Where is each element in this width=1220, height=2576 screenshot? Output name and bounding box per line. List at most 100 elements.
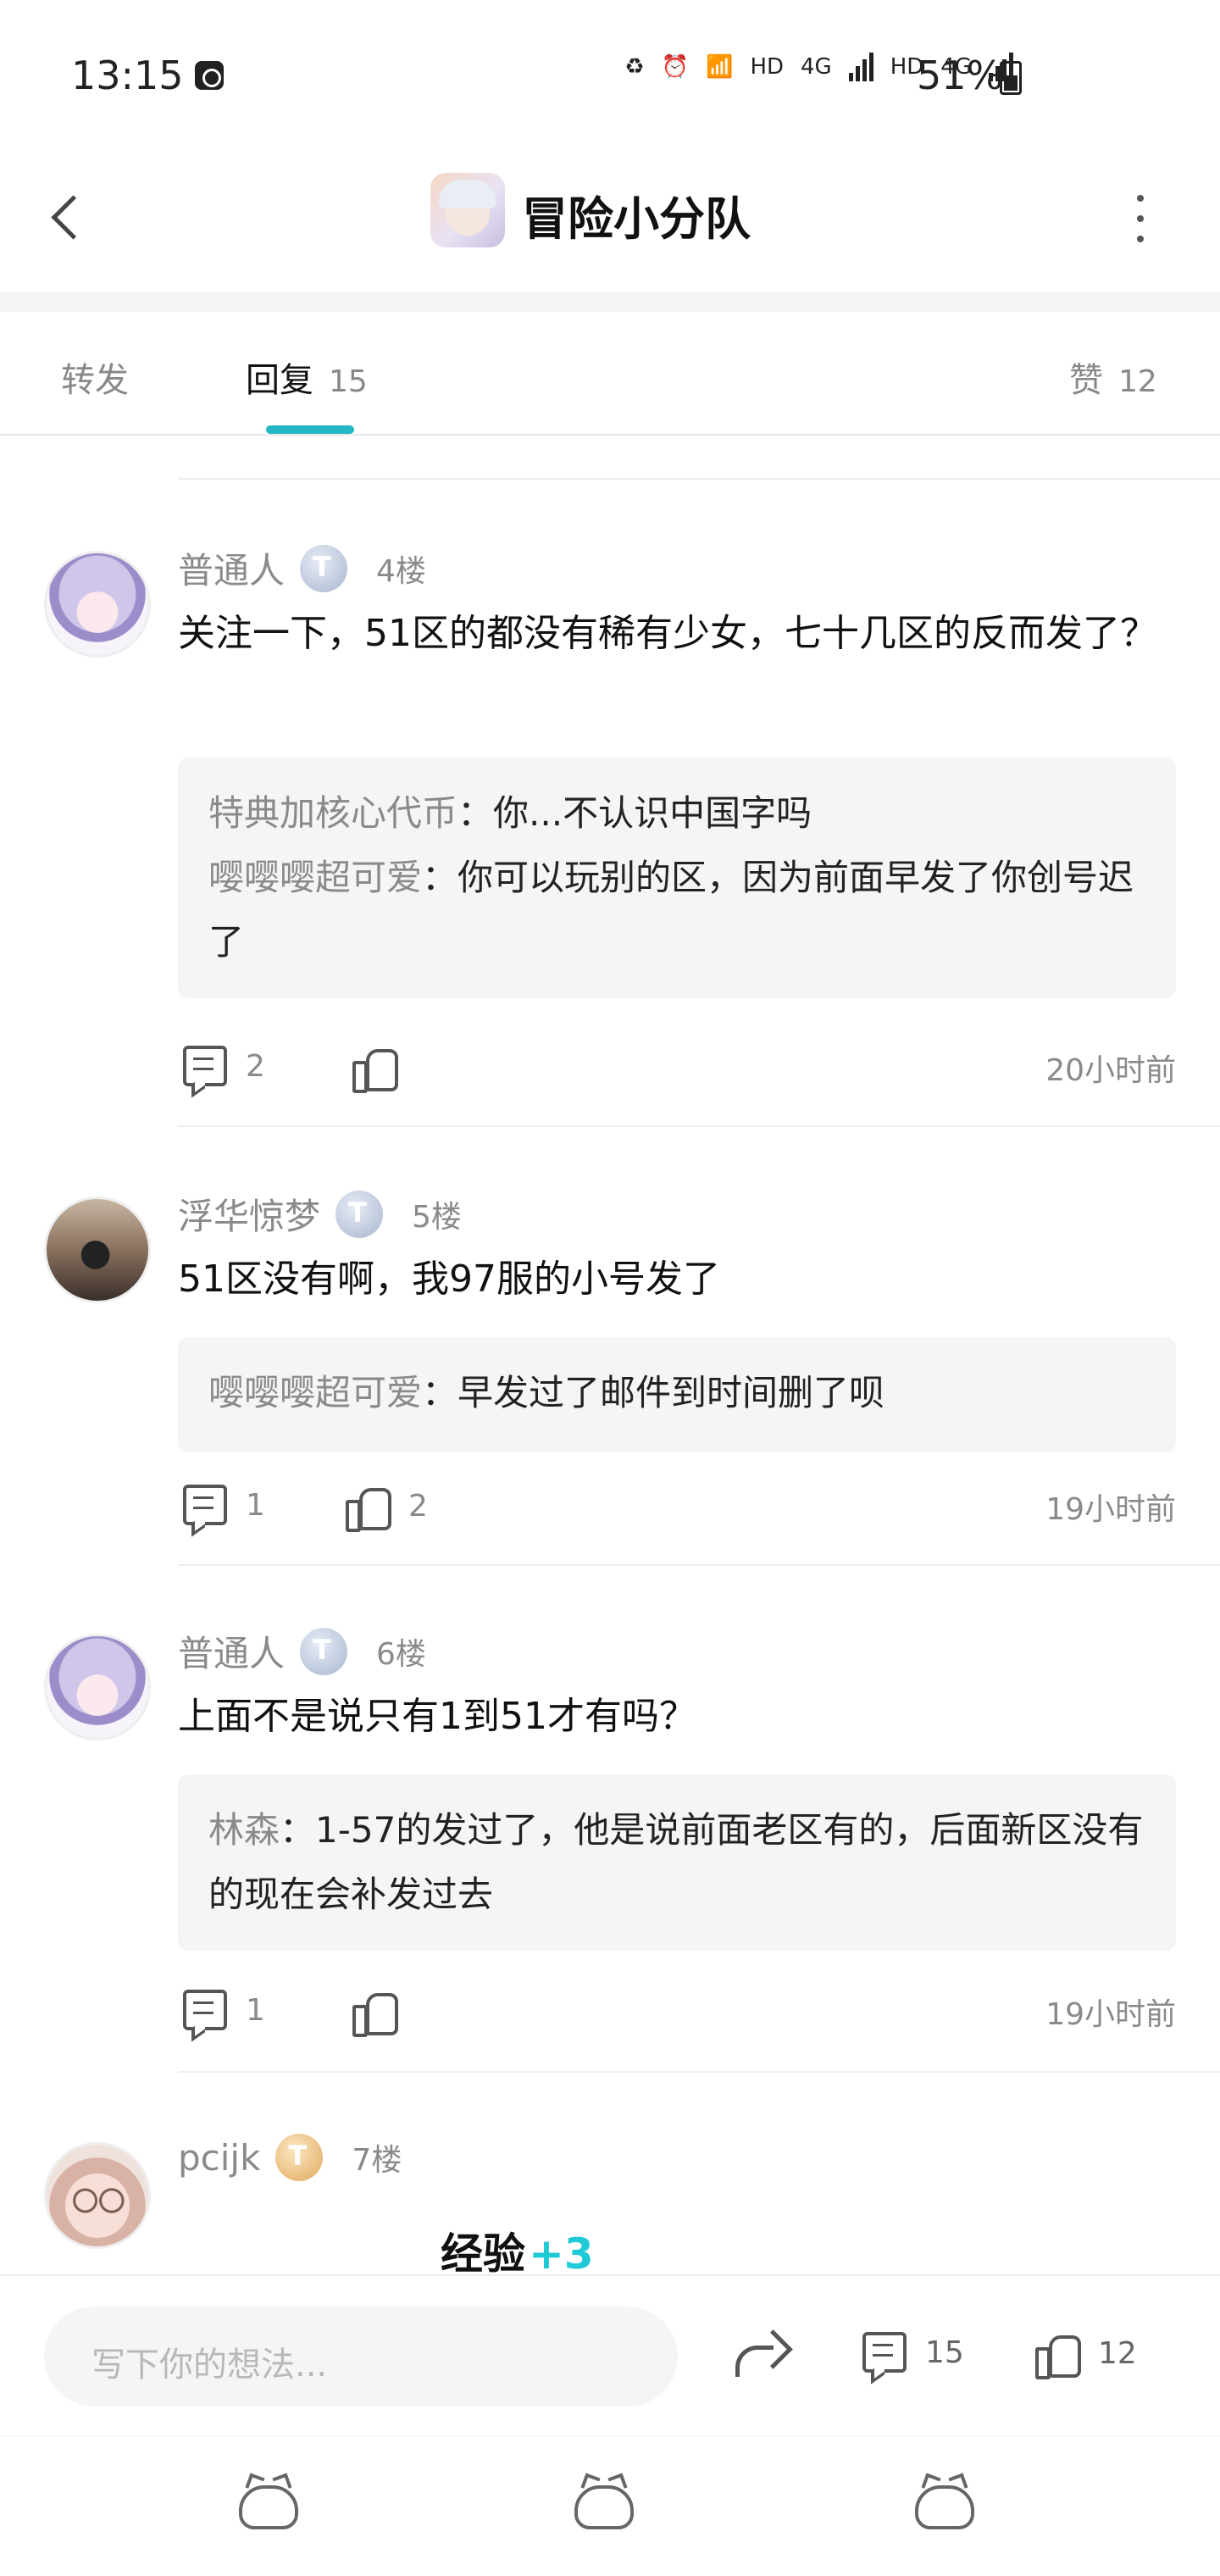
exp-value: +3 xyxy=(529,2229,594,2279)
comment-icon xyxy=(183,1046,227,1086)
tab-likes[interactable]: 赞 12 xyxy=(1069,353,1157,402)
reply-item: 嘤嘤嘤超可爱：早发过了邮件到时间删了呗 xyxy=(208,1361,1145,1425)
reply-sep: ： xyxy=(458,792,494,834)
comment-text: 关注一下，51区的都没有稀有少女，七十几区的反而发了？ xyxy=(178,612,1157,655)
avatar[interactable] xyxy=(44,1634,151,1740)
comment-button[interactable]: 1 xyxy=(183,1990,265,2030)
reply-author[interactable]: 嘤嘤嘤超可爱 xyxy=(208,857,422,898)
comment-author[interactable]: 浮华惊梦 xyxy=(178,1188,320,1240)
comment-time: 19小时前 xyxy=(1045,1997,1176,2032)
floor-number: 6楼 xyxy=(376,1636,426,1672)
reply-item: 特典加核心代币：你...不认识中国字吗 xyxy=(208,781,1145,846)
comments-count: 15 xyxy=(925,2334,964,2370)
alarm-icon: ⏰ xyxy=(661,54,690,80)
chevron-left-icon[interactable] xyxy=(42,186,93,246)
comment-button[interactable]: 1 xyxy=(183,1485,265,1525)
comment-author[interactable]: pcijk xyxy=(178,2137,260,2179)
exp-label: 经验 xyxy=(441,2229,525,2279)
more-vertical-icon[interactable] xyxy=(1118,185,1161,253)
reply-sep: ： xyxy=(422,1372,458,1413)
reply-text: 你...不认识中国字吗 xyxy=(493,792,812,834)
nav-cat-sitting-icon[interactable] xyxy=(905,2473,983,2541)
battery-icon xyxy=(1000,61,1022,95)
comment-actions: 1 2 19小时前 xyxy=(178,1485,1176,1544)
floor-number: 5楼 xyxy=(412,1199,462,1235)
reply-box[interactable]: 特典加核心代币：你...不认识中国字吗 嘤嘤嘤超可爱：你可以玩别的区，因为前面早… xyxy=(178,758,1176,998)
divider xyxy=(178,424,1220,480)
exp-gain-badge: 经验+3 xyxy=(441,2220,594,2281)
tab-replies-label: 回复 xyxy=(246,361,313,400)
tab-replies[interactable]: 回复 15 xyxy=(246,353,368,402)
comment-header: 浮华惊梦 5楼 xyxy=(178,1188,462,1240)
comment-time: 20小时前 xyxy=(1045,1053,1176,1088)
status-bar: 13:15 ♻ ⏰ 📶 HD 4G HD 4G 51% xyxy=(0,0,1220,144)
comment-header: 普通人 6楼 xyxy=(178,1625,426,1677)
divider xyxy=(178,1564,1220,1566)
comment-count: 1 xyxy=(246,1487,265,1523)
reply-box[interactable]: 林森：1-57的发过了，他是说前面老区有的，后面新区没有的现在会补发过去 xyxy=(178,1774,1176,1951)
reply-box[interactable]: 嘤嘤嘤超可爱：早发过了邮件到时间删了呗 xyxy=(178,1337,1176,1452)
tab-likes-count: 12 xyxy=(1118,364,1157,399)
comment-count: 2 xyxy=(246,1048,265,1084)
comment-text: 51区没有啊，我97服的小号发了 xyxy=(178,1257,720,1301)
group-avatar[interactable] xyxy=(430,173,505,247)
alarm-clock-icon xyxy=(195,61,224,90)
divider xyxy=(178,2071,1220,2073)
reply-item: 嘤嘤嘤超可爱：你可以玩别的区，因为前面早发了你创号迟了 xyxy=(208,846,1145,974)
level-badge-icon xyxy=(336,1190,384,1238)
comment-author[interactable]: 普通人 xyxy=(178,1625,285,1677)
battery-percent: 51% xyxy=(917,53,1004,98)
nav-cat-sleeping-icon[interactable] xyxy=(229,2473,307,2541)
reply-author[interactable]: 嘤嘤嘤超可爱 xyxy=(208,1372,422,1413)
signal-icon xyxy=(848,53,873,81)
level-badge-icon xyxy=(300,1627,348,1675)
comments-button[interactable]: 15 xyxy=(862,2332,964,2373)
level-badge-icon xyxy=(275,2134,324,2181)
comment-time: 19小时前 xyxy=(1045,1492,1176,1527)
app-header: 冒险小分队 xyxy=(0,144,1220,293)
share-icon[interactable] xyxy=(730,2329,790,2379)
comment-actions: 2 20小时前 xyxy=(178,1046,1176,1105)
reply-author[interactable]: 林森 xyxy=(208,1809,280,1851)
like-button[interactable] xyxy=(352,1046,415,1093)
cat-sleeping-icon xyxy=(239,2485,298,2529)
tab-likes-label: 赞 xyxy=(1069,361,1103,400)
floor-number: 7楼 xyxy=(352,2143,402,2178)
comment-icon xyxy=(862,2332,907,2373)
comment-button[interactable]: 2 xyxy=(183,1046,265,1086)
comment-actions: 1 19小时前 xyxy=(178,1990,1176,2049)
comment-author[interactable]: 普通人 xyxy=(178,542,285,594)
tab-forward[interactable]: 转发 xyxy=(61,353,129,402)
page-title: 冒险小分队 xyxy=(522,192,751,246)
likes-count: 12 xyxy=(1098,2335,1137,2371)
avatar[interactable] xyxy=(44,2142,151,2249)
like-button[interactable]: 12 xyxy=(1035,2332,1137,2379)
thumbs-up-icon xyxy=(352,1990,398,2037)
thumbs-up-icon xyxy=(346,1485,391,1532)
reply-author[interactable]: 特典加核心代币 xyxy=(208,792,458,834)
thumbs-up-icon xyxy=(1035,2332,1081,2379)
reply-item: 林森：1-57的发过了，他是说前面老区有的，后面新区没有的现在会补发过去 xyxy=(208,1798,1145,1927)
cat-sitting-icon xyxy=(915,2485,974,2529)
comment-input-bar: 写下你的想法... 15 12 xyxy=(0,2274,1220,2435)
network-label-1: HD xyxy=(750,54,785,80)
thumbs-up-icon xyxy=(352,1046,398,1093)
comment-icon xyxy=(183,1485,227,1525)
comment-input[interactable]: 写下你的想法... xyxy=(44,2307,678,2407)
recycle-icon: ♻ xyxy=(624,54,645,80)
section-gap xyxy=(0,293,1220,312)
tab-bar: 转发 回复 15 赞 12 xyxy=(0,312,1220,436)
network-label-2: 4G xyxy=(801,54,832,80)
avatar[interactable] xyxy=(44,551,151,658)
tab-replies-count: 15 xyxy=(329,364,368,399)
like-button[interactable] xyxy=(352,1990,415,2037)
reply-sep: ： xyxy=(422,857,458,898)
avatar[interactable] xyxy=(44,1196,151,1303)
comment-icon xyxy=(183,1990,227,2030)
status-time: 13:15 xyxy=(71,53,184,98)
cat-curled-icon xyxy=(574,2485,634,2529)
like-button[interactable]: 2 xyxy=(346,1485,428,1532)
nav-cat-curled-icon[interactable] xyxy=(564,2473,642,2541)
comment-count: 1 xyxy=(246,1992,265,2028)
comment-header: 普通人 4楼 xyxy=(178,542,426,594)
